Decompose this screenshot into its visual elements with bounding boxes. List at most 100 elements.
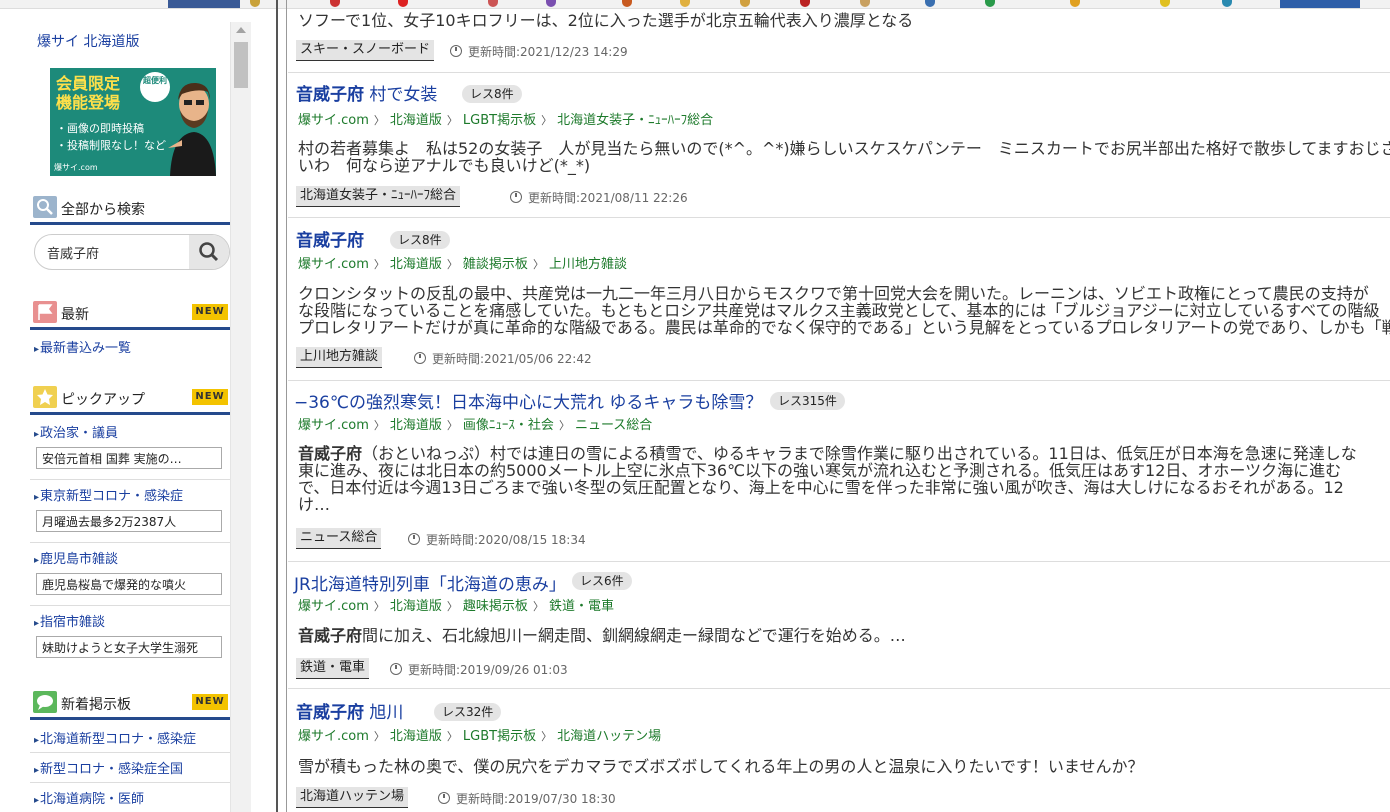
updated-text: 更新時間:2020/08/15 18:34 xyxy=(426,533,586,547)
breadcrumb: 爆サイ.com 〉北海道版〉雑談掲示板〉上川地方雑談 xyxy=(298,257,627,272)
result-title-link[interactable]: JR北海道特別列車「北海道の恵み」 xyxy=(294,570,566,595)
result-category-link[interactable]: 北海道女装子・ﾆｭｰﾊｰﾌ総合 xyxy=(296,186,461,207)
title-keyword: 音威子府 xyxy=(296,231,364,251)
result-category-link[interactable]: 上川地方雑談 xyxy=(296,347,383,368)
bookmark-icon[interactable] xyxy=(250,0,260,7)
crumb-item[interactable]: 北海道版 xyxy=(390,113,442,128)
updated-text: 更新時間:2021/05/06 22:42 xyxy=(432,352,592,366)
banner-badge: 超便利 xyxy=(140,72,170,102)
site-title-link[interactable]: 爆サイ 北海道版 xyxy=(37,31,139,51)
result-updated: 更新時間:2021/05/06 22:42 xyxy=(414,350,592,367)
body-line: 村の若者募集よ 私は52の女装子 人が見当たら無いので(*^。^*)嫌らしいスケ… xyxy=(298,139,1390,158)
crumb-item[interactable]: 画像ﾆｭｰｽ・社会 xyxy=(463,418,554,433)
pickup-desc[interactable]: 月曜過去最多2万2387人 xyxy=(36,510,222,532)
divider xyxy=(30,752,230,753)
crumb-item[interactable]: 爆サイ.com xyxy=(298,418,369,433)
newboard-link[interactable]: 北海道新型コロナ・感染症 xyxy=(34,728,196,747)
result-title-link[interactable]: −36℃の強烈寒気！日本海中心に大荒れ ゆるキャラも除雪？ xyxy=(294,388,762,413)
crumb-item[interactable]: 北海道版 xyxy=(390,257,442,272)
result-body: クロンシタットの反乱の最中、共産党は一九二一年三月八日からモスクワで第十回党大会… xyxy=(298,285,1390,336)
latest-posts-link[interactable]: 最新書込み一覧 xyxy=(34,337,131,356)
breadcrumb: 爆サイ.com 〉北海道版〉 LGBT掲示板〉北海道女装子・ﾆｭｰﾊｰﾌ総合 xyxy=(298,113,714,128)
banner-brand: 爆サイ.com xyxy=(54,163,98,172)
result-title-link[interactable]: 音威子府 xyxy=(296,226,364,251)
res-count-badge: レス8件 xyxy=(462,85,522,103)
crumb-item[interactable]: 北海道女装子・ﾆｭｰﾊｰﾌ総合 xyxy=(557,113,713,128)
result-body: 雪が積もった林の奥で、僕の尻穴をデカマラでズボズボしてくれる年上の男の人と温泉に… xyxy=(298,758,1143,775)
chat-icon xyxy=(33,691,57,713)
result-category-link[interactable]: 鉄道・電車 xyxy=(296,658,370,679)
pickup-link[interactable]: 鹿児島市雑談 xyxy=(34,548,118,567)
res-count-badge: レス6件 xyxy=(572,572,632,590)
result-body: ソフーで1位、女子10キロフリーは、2位に入った選手が北京五輪代表入り濃厚となる xyxy=(298,11,914,30)
scroll-up-arrow[interactable] xyxy=(236,27,246,33)
updated-text: 更新時間:2021/12/23 14:29 xyxy=(468,45,628,59)
newboard-link[interactable]: 北海道病院・医師 xyxy=(34,788,144,807)
member-banner[interactable]: 会員限定 機能登場 超便利 ・画像の即時投稿 ・投稿制限なし！など 爆サイ.com xyxy=(50,68,216,176)
banner-bullet1: ・画像の即時投稿 xyxy=(56,122,144,135)
flag-icon xyxy=(33,301,57,323)
crumb-item[interactable]: 爆サイ.com xyxy=(298,257,369,272)
crumb-item[interactable]: 北海道ハッテン場 xyxy=(557,729,661,744)
search-input[interactable] xyxy=(45,241,189,263)
top-nav-button[interactable] xyxy=(168,0,240,8)
crumb-item[interactable]: 爆サイ.com xyxy=(298,599,369,614)
search-box xyxy=(34,234,230,270)
star-icon xyxy=(33,386,57,408)
pickup-desc[interactable]: 妹助けようと女子大学生溺死 xyxy=(36,636,222,658)
crumb-item[interactable]: LGBT掲示板 xyxy=(463,729,536,744)
crumb-item[interactable]: 爆サイ.com xyxy=(298,729,369,744)
result-category-link[interactable]: ニュース総合 xyxy=(296,528,382,549)
result-category-link[interactable]: 北海道ハッテン場 xyxy=(296,787,409,808)
crumb-item[interactable]: 爆サイ.com xyxy=(298,113,369,128)
search-results: ソフーで1位、女子10キロフリーは、2位に入った選手が北京五輪代表入り濃厚となる… xyxy=(288,0,1390,812)
result-category-link[interactable]: スキー・スノーボード xyxy=(296,40,435,61)
newboards-section-header: 新着掲示板 NEW xyxy=(30,687,230,720)
crumb-item[interactable]: 北海道版 xyxy=(390,729,442,744)
title-keyword: 音威子府 xyxy=(296,85,364,105)
latest-section-header: 最新 NEW xyxy=(30,297,230,330)
crumb-item[interactable]: 趣味掲示板 xyxy=(463,599,528,614)
result-item: −36℃の強烈寒気！日本海中心に大荒れ ゆるキャラも除雪？ レス315件 爆サイ… xyxy=(288,381,1390,562)
crumb-item[interactable]: 上川地方雑談 xyxy=(549,257,627,272)
divider xyxy=(30,782,230,783)
search-button[interactable] xyxy=(189,235,229,269)
result-title-link[interactable]: 音威子府 村で女装 xyxy=(296,80,437,105)
clock-icon xyxy=(438,792,450,804)
latest-heading: 最新 xyxy=(61,307,89,323)
pickup-desc[interactable]: 鹿児島桜島で爆発的な噴火 xyxy=(36,573,222,595)
title-rest: 旭川 xyxy=(364,703,404,723)
result-title-link[interactable]: 音威子府 旭川 xyxy=(296,698,403,723)
pickup-link[interactable]: 東京新型コロナ・感染症 xyxy=(34,485,183,504)
column-divider xyxy=(276,0,278,812)
banner-bullet2: ・投稿制限なし！など xyxy=(56,139,166,152)
res-count-badge: レス8件 xyxy=(390,231,450,249)
crumb-item[interactable]: 北海道版 xyxy=(390,599,442,614)
title-keyword: 音威子府 xyxy=(296,703,364,723)
divider xyxy=(30,479,230,480)
result-body: 音威子府間に加え、石北線旭川ー網走間、釧網線網走ー緑間などで運行を始める。… xyxy=(298,627,906,644)
clock-icon xyxy=(510,191,522,203)
pickup-link[interactable]: 政治家・議員 xyxy=(34,422,118,441)
banner-line1: 会員限定 xyxy=(56,74,121,93)
body-keyword: 音威子府 xyxy=(298,626,363,645)
sidebar-scrollbar[interactable] xyxy=(230,22,251,812)
newboard-link[interactable]: 新型コロナ・感染症全国 xyxy=(34,758,183,777)
scroll-thumb[interactable] xyxy=(234,42,248,88)
crumb-item[interactable]: 雑談掲示板 xyxy=(463,257,528,272)
pickup-link[interactable]: 指宿市雑談 xyxy=(34,611,105,630)
result-item: 音威子府 旭川 レス32件 爆サイ.com 〉北海道版〉 LGBT掲示板〉北海道ハッ… xyxy=(288,689,1390,812)
result-body: 音威子府（おといねっぷ）村では連日の雪による積雪で、ゆるキャラまで除雪作業に駆り… xyxy=(298,445,1357,513)
clock-icon xyxy=(408,533,420,545)
pickup-desc[interactable]: 安倍元首相 国葬 実施の… xyxy=(36,447,222,469)
crumb-item[interactable]: 鉄道・電車 xyxy=(549,599,614,614)
result-updated: 更新時間:2020/08/15 18:34 xyxy=(408,531,586,548)
crumb-item[interactable]: LGBT掲示板 xyxy=(463,113,536,128)
res-count-badge: レス315件 xyxy=(770,392,845,410)
clock-icon xyxy=(414,352,426,364)
result-updated: 更新時間:2021/08/11 22:26 xyxy=(510,189,688,206)
crumb-item[interactable]: ニュース総合 xyxy=(575,418,652,433)
crumb-item[interactable]: 北海道版 xyxy=(390,418,442,433)
body-line: 雪が積もった林の奥で、僕の尻穴をデカマラでズボズボしてくれる年上の男の人と温泉に… xyxy=(298,757,1144,776)
search-icon xyxy=(199,242,219,262)
